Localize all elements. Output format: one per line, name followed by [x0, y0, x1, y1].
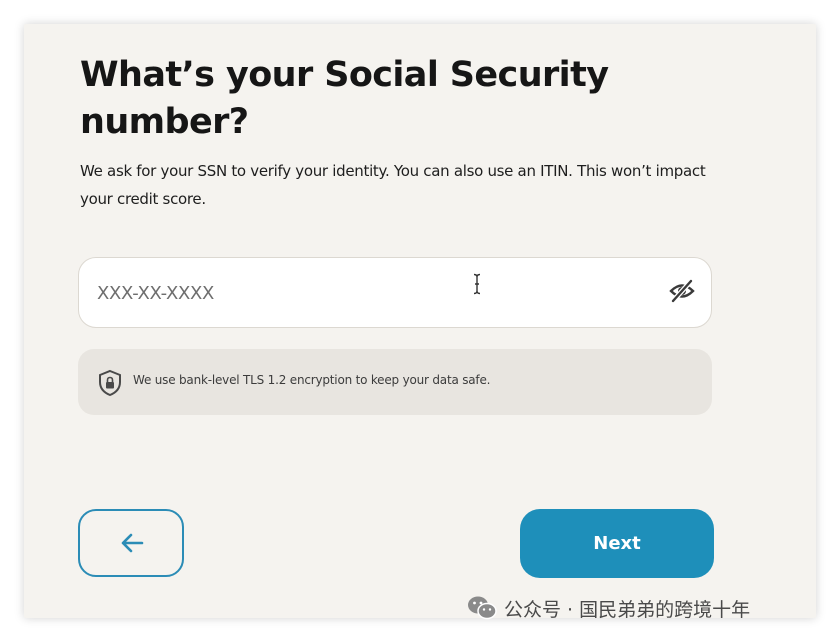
security-note: We use bank-level TLS 1.2 encryption to …: [78, 349, 712, 415]
security-note-text: We use bank-level TLS 1.2 encryption to …: [133, 373, 491, 387]
next-button[interactable]: Next: [520, 509, 714, 578]
ssn-field[interactable]: [78, 257, 712, 328]
watermark: 公众号 · 国民弟弟的跨境十年: [467, 593, 750, 623]
eye-off-icon[interactable]: [667, 276, 697, 306]
page-subtitle: We ask for your SSN to verify your ident…: [80, 162, 706, 208]
ssn-form-screen: What’s your Social Security number? We a…: [24, 24, 816, 618]
text-cursor-icon: [473, 273, 481, 295]
page-title: What’s your Social Security number?: [80, 55, 609, 142]
back-button[interactable]: [78, 509, 184, 577]
arrow-left-icon: [121, 533, 144, 553]
shield-lock-icon: [97, 369, 123, 397]
watermark-text: 公众号 · 国民弟弟的跨境十年: [504, 598, 751, 621]
ssn-input[interactable]: [95, 258, 659, 328]
wechat-icon: [468, 596, 497, 620]
